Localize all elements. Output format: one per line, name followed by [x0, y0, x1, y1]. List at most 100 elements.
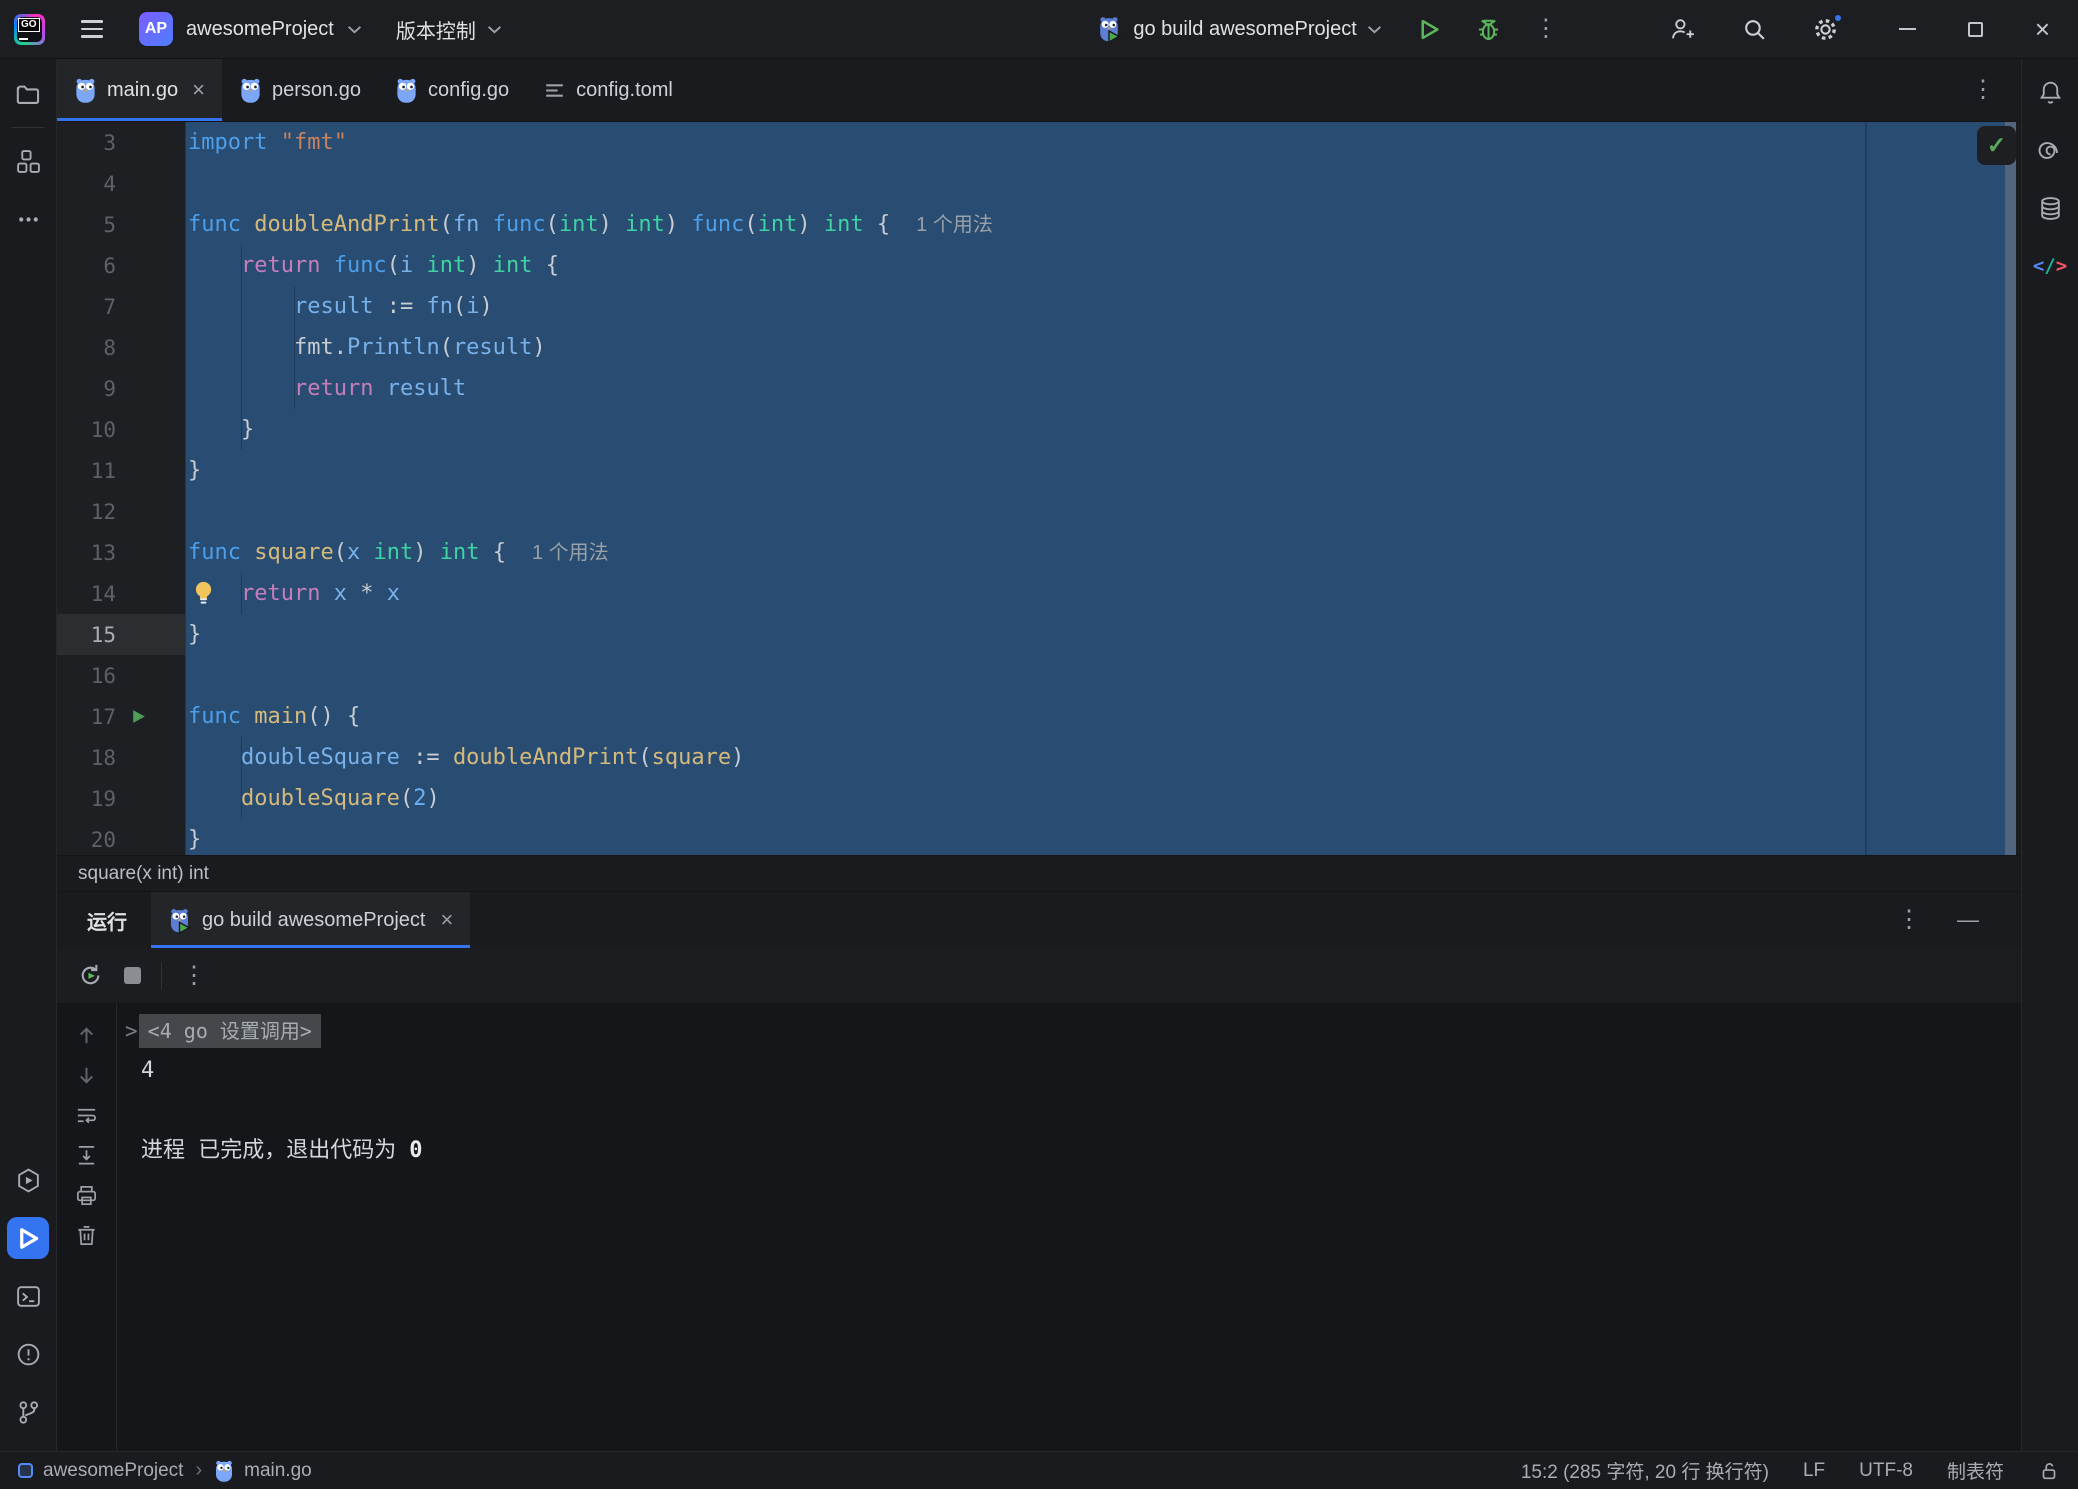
search-everywhere-icon[interactable] — [1741, 16, 1768, 43]
code-text[interactable]: result := fn(i) — [186, 286, 2005, 327]
gutter-line-10[interactable]: 10 — [57, 409, 186, 450]
line-separator-widget[interactable]: LF — [1803, 1460, 1825, 1482]
gutter-line-17[interactable]: 17 — [57, 696, 186, 737]
gutter-line-11[interactable]: 11 — [57, 450, 186, 491]
editor-tab-config.toml[interactable]: config.toml — [526, 59, 690, 121]
gutter-line-20[interactable]: 20 — [57, 819, 186, 855]
caret-position-widget[interactable]: 15:2 (285 字符, 20 行 换行符) — [1521, 1457, 1769, 1484]
ai-assistant-button[interactable] — [2029, 129, 2071, 171]
problems-tool-window-button[interactable] — [7, 1333, 49, 1375]
editor-tab-config.go[interactable]: config.go — [378, 59, 526, 121]
code-text[interactable]: return x * x — [186, 573, 2005, 614]
gutter-line-8[interactable]: 8 — [57, 327, 186, 368]
code-text[interactable]: doubleSquare(2) — [186, 778, 2005, 819]
code-text[interactable]: } — [186, 409, 2005, 450]
gutter-line-13[interactable]: 13 — [57, 532, 186, 573]
database-button[interactable] — [2029, 187, 2071, 229]
editor-tab-main.go[interactable]: main.go× — [57, 59, 222, 121]
folded-command-chip[interactable]: <4 go 设置调用> — [139, 1014, 321, 1048]
code-text[interactable] — [186, 491, 2005, 532]
terminal-tool-window-button[interactable] — [7, 1275, 49, 1317]
intention-bulb-icon[interactable] — [193, 580, 214, 607]
status-breadcrumb-project[interactable]: awesomeProject — [43, 1460, 183, 1482]
run-tool-window-button-active[interactable] — [7, 1217, 49, 1259]
run-main-gutter-icon[interactable] — [130, 708, 147, 725]
fold-expand-icon[interactable]: > — [125, 1011, 138, 1051]
notifications-button[interactable] — [2029, 71, 2071, 113]
gutter-line-14[interactable]: 14 — [57, 573, 186, 614]
editor[interactable]: 3import "fmt"45func doubleAndPrint(fn fu… — [57, 122, 2021, 855]
tab-label: config.toml — [576, 79, 673, 102]
code-text[interactable]: func doubleAndPrint(fn func(int) int) fu… — [186, 204, 2005, 245]
indent-style-widget[interactable]: 制表符 — [1947, 1457, 2004, 1484]
scrollbar-thumb[interactable] — [2005, 122, 2016, 855]
code-text[interactable]: fmt.Println(result) — [186, 327, 2005, 368]
version-control-tool-window-button[interactable] — [7, 1391, 49, 1433]
endpoints-button[interactable]: </> — [2029, 245, 2071, 287]
tool-window-options-kebab-icon[interactable]: ⋮ — [1897, 908, 1921, 932]
code-line-14: 14 return x * x — [57, 573, 2005, 614]
window-minimize-button[interactable] — [1899, 28, 1916, 30]
gutter-line-15[interactable]: 15 — [57, 614, 186, 655]
more-actions-kebab-icon[interactable]: ⋮ — [1534, 17, 1558, 41]
gutter-line-18[interactable]: 18 — [57, 737, 186, 778]
gutter-line-16[interactable]: 16 — [57, 655, 186, 696]
run-tool-window-header: 运行 go build awesomeProject × ⋮ — — [57, 891, 2021, 948]
scroll-to-end-icon[interactable] — [74, 1143, 99, 1168]
console-more-kebab-icon[interactable]: ⋮ — [182, 964, 206, 988]
gutter-line-6[interactable]: 6 — [57, 245, 186, 286]
run-console-tab[interactable]: go build awesomeProject × — [151, 892, 470, 948]
code-text[interactable]: } — [186, 819, 2005, 855]
debug-button[interactable] — [1475, 16, 1502, 43]
next-occurrence-arrow-down-icon[interactable] — [74, 1063, 99, 1088]
run-configuration-widget[interactable]: go build awesomeProject — [1097, 15, 1381, 43]
rerun-button[interactable] — [77, 962, 104, 989]
tab-close-icon[interactable]: × — [440, 907, 453, 933]
code-text[interactable]: doubleSquare := doubleAndPrint(square) — [186, 737, 2005, 778]
gutter-line-5[interactable]: 5 — [57, 204, 186, 245]
gutter-line-9[interactable]: 9 — [57, 368, 186, 409]
code-text[interactable]: } — [186, 450, 2005, 491]
tab-close-icon[interactable]: × — [192, 77, 205, 103]
status-breadcrumb-file[interactable]: main.go — [244, 1460, 312, 1482]
gutter-line-19[interactable]: 19 — [57, 778, 186, 819]
editor-tab-person.go[interactable]: person.go — [222, 59, 378, 121]
code-text[interactable]: func square(x int) int {1 个用法 — [186, 532, 2005, 573]
tab-options-kebab-icon[interactable]: ⋮ — [1971, 78, 1995, 102]
print-icon[interactable] — [74, 1183, 99, 1208]
inspections-widget[interactable]: ✓ — [1977, 126, 2016, 165]
window-maximize-button[interactable] — [1968, 22, 1983, 37]
editor-scrollbar[interactable] — [2005, 122, 2021, 855]
run-button[interactable] — [1416, 16, 1443, 43]
gutter-line-4[interactable]: 4 — [57, 163, 186, 204]
usages-inlay-hint[interactable]: 1 个用法 — [532, 542, 609, 564]
project-switcher[interactable]: AP awesomeProject — [139, 12, 362, 46]
code-text[interactable]: } — [186, 614, 2005, 655]
more-tool-windows-button[interactable] — [7, 198, 49, 240]
project-tool-window-button[interactable] — [7, 73, 49, 115]
services-tool-window-button[interactable] — [7, 1159, 49, 1201]
console-output[interactable]: > <4 go 设置调用> 4 进程 已完成，退出代码为0 — [117, 1003, 2021, 1451]
gutter-line-3[interactable]: 3 — [57, 122, 186, 163]
code-text[interactable]: func main() { — [186, 696, 2005, 737]
settings-gear-icon[interactable] — [1812, 16, 1839, 43]
hide-tool-window-icon[interactable]: — — [1957, 907, 1979, 933]
soft-wrap-icon[interactable] — [74, 1103, 99, 1128]
prev-occurrence-arrow-up-icon[interactable] — [74, 1023, 99, 1048]
code-with-me-user-add-icon[interactable] — [1670, 16, 1697, 43]
gutter-line-12[interactable]: 12 — [57, 491, 186, 532]
window-close-button[interactable]: × — [2035, 16, 2050, 42]
code-text[interactable]: return result — [186, 368, 2005, 409]
code-text[interactable]: return func(i int) int { — [186, 245, 2005, 286]
code-text[interactable] — [186, 655, 2005, 696]
code-text[interactable] — [186, 163, 2005, 204]
vcs-menu[interactable]: 版本控制 — [396, 15, 502, 44]
clear-all-trash-icon[interactable] — [74, 1223, 99, 1248]
gutter-line-7[interactable]: 7 — [57, 286, 186, 327]
main-menu-hamburger-icon[interactable] — [75, 14, 109, 43]
encoding-widget[interactable]: UTF-8 — [1859, 1460, 1913, 1482]
file-lock-unlocked-icon[interactable] — [2038, 1460, 2060, 1482]
structure-tool-window-button[interactable] — [7, 140, 49, 182]
code-text[interactable]: import "fmt" — [186, 122, 2005, 163]
usages-inlay-hint[interactable]: 1 个用法 — [916, 214, 993, 236]
